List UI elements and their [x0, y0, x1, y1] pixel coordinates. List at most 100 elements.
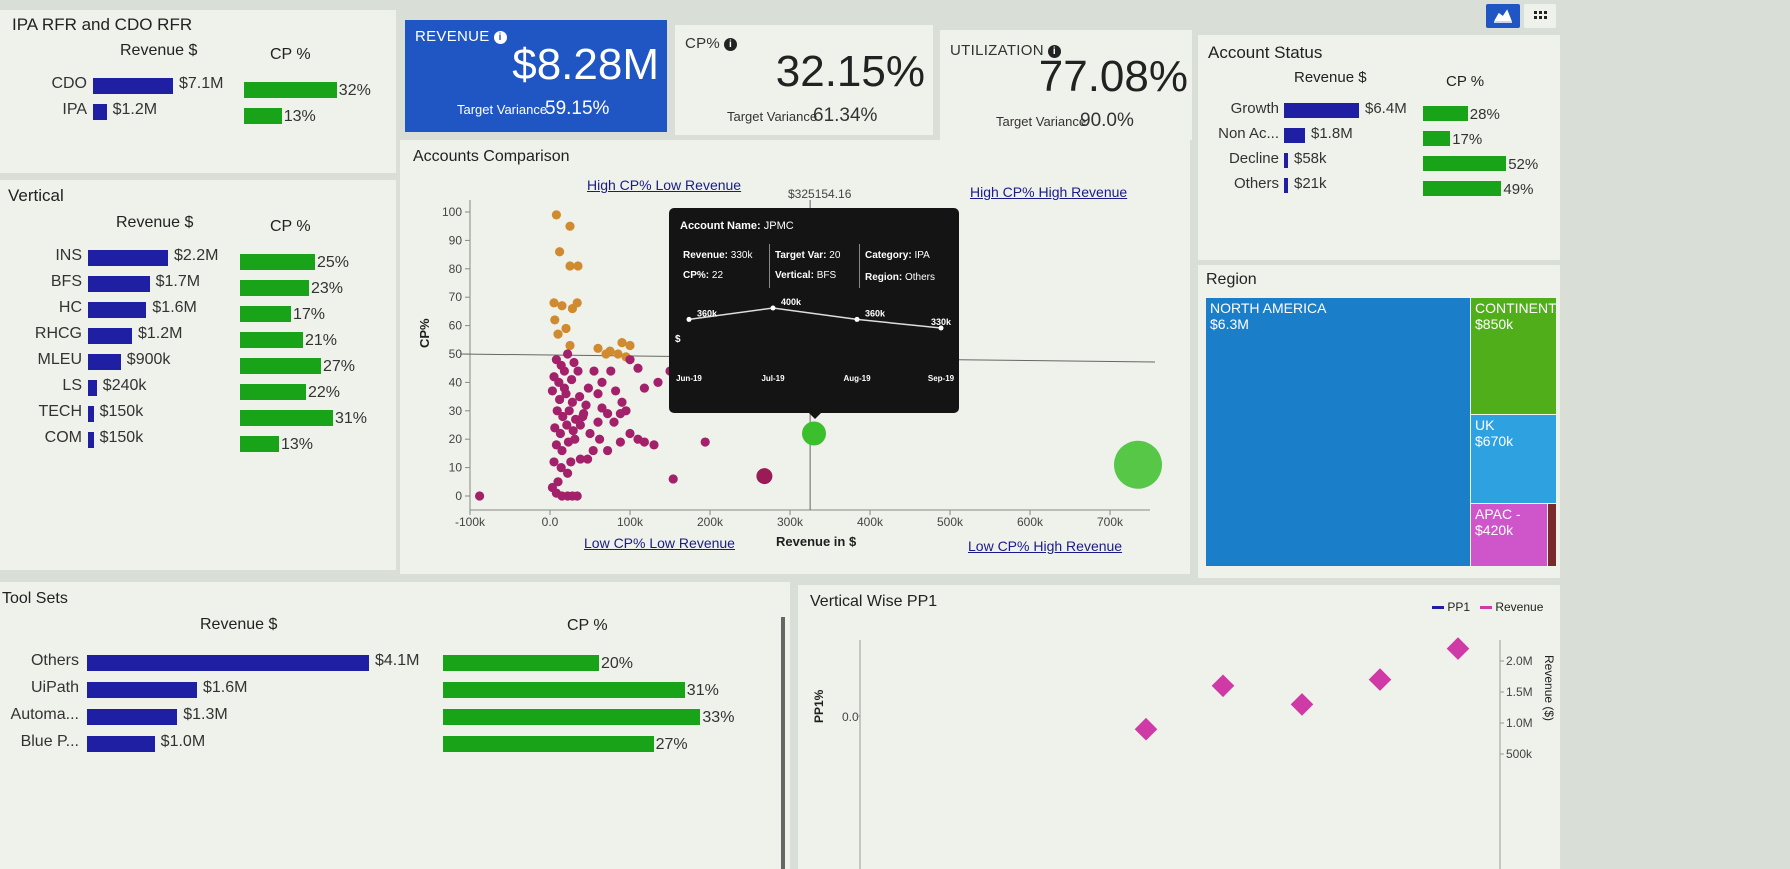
data-point[interactable] [802, 421, 826, 446]
cp-bar[interactable] [244, 82, 337, 98]
data-point[interactable] [625, 355, 635, 365]
cp-bar[interactable] [240, 332, 303, 348]
cp-bar[interactable] [240, 254, 315, 270]
cp-bar[interactable] [443, 736, 654, 752]
data-point[interactable] [568, 426, 578, 436]
data-point[interactable] [639, 437, 649, 447]
data-point[interactable] [557, 445, 567, 456]
data-point[interactable] [565, 340, 575, 351]
cp-bar[interactable] [240, 384, 306, 400]
data-point[interactable] [555, 247, 565, 257]
data-point[interactable] [617, 397, 627, 407]
revenue-bar[interactable] [87, 736, 155, 752]
revenue-bar[interactable] [87, 655, 369, 671]
data-point[interactable] [553, 329, 563, 339]
data-point[interactable] [588, 445, 598, 456]
data-point[interactable] [559, 383, 569, 393]
data-point[interactable] [575, 454, 585, 464]
cp-bar[interactable] [443, 682, 685, 698]
data-point[interactable] [609, 417, 619, 427]
data-point[interactable] [625, 340, 635, 351]
data-point[interactable] [625, 428, 635, 439]
data-point[interactable] [563, 349, 573, 359]
data-point[interactable] [583, 383, 593, 393]
data-point[interactable] [595, 434, 605, 444]
cp-bar[interactable] [240, 306, 291, 322]
data-point[interactable] [606, 366, 616, 376]
data-point[interactable] [567, 397, 577, 407]
data-point[interactable] [649, 440, 659, 450]
data-point[interactable] [565, 221, 575, 231]
data-point[interactable] [551, 210, 561, 220]
cp-bar[interactable] [1423, 131, 1451, 146]
data-point[interactable] [653, 377, 663, 387]
info-icon[interactable]: i [724, 37, 738, 51]
data-point[interactable] [593, 389, 603, 399]
data-point[interactable] [617, 338, 627, 348]
data-point[interactable] [550, 315, 560, 325]
data-point[interactable] [603, 409, 613, 419]
data-point[interactable] [603, 445, 613, 456]
revenue-diamond-point[interactable] [1446, 637, 1470, 660]
data-point[interactable] [565, 261, 575, 271]
data-point[interactable] [564, 406, 574, 416]
data-point[interactable] [639, 383, 649, 393]
revenue-bar[interactable] [88, 328, 132, 344]
data-point[interactable] [559, 366, 569, 376]
data-point[interactable] [570, 434, 580, 444]
data-point[interactable] [572, 298, 582, 308]
revenue-bar[interactable] [88, 354, 121, 370]
data-point[interactable] [547, 386, 557, 396]
data-point[interactable] [567, 374, 577, 385]
data-point[interactable] [549, 457, 559, 467]
grid-view-button[interactable] [1524, 4, 1556, 28]
data-point[interactable] [613, 349, 623, 359]
data-point[interactable] [566, 457, 576, 467]
revenue-bar[interactable] [1284, 103, 1359, 118]
revenue-bar[interactable] [88, 380, 97, 396]
data-point[interactable] [561, 323, 571, 334]
data-point[interactable] [573, 261, 583, 271]
data-point[interactable] [575, 392, 585, 402]
data-point[interactable] [572, 491, 582, 501]
revenue-bar[interactable] [93, 78, 173, 94]
revenue-diamond-point[interactable] [1211, 674, 1235, 698]
kpi-revenue-card[interactable]: REVENUE i $8.28M Target Variance 59.15% [405, 20, 667, 132]
cp-bar[interactable] [443, 709, 701, 725]
revenue-bar[interactable] [88, 432, 94, 448]
data-point[interactable] [700, 437, 710, 447]
data-point[interactable] [597, 377, 607, 387]
data-point[interactable] [555, 428, 565, 439]
revenue-bar[interactable] [88, 406, 94, 422]
data-point[interactable] [668, 474, 678, 484]
cp-bar[interactable] [244, 108, 282, 124]
revenue-bar[interactable] [93, 104, 107, 120]
region-cell-continental[interactable]: CONTINENTAL$850k [1471, 298, 1556, 414]
data-point[interactable] [593, 417, 603, 427]
data-point[interactable] [549, 298, 559, 308]
cp-bar[interactable] [240, 436, 279, 452]
vertical-pp1-chart[interactable]: 2.0M 1.5M 1.0M 500k [798, 585, 1560, 869]
data-point[interactable] [573, 366, 583, 376]
data-point[interactable] [579, 409, 589, 419]
cp-bar[interactable] [443, 655, 599, 671]
revenue-bar[interactable] [88, 250, 168, 266]
data-point[interactable] [621, 406, 631, 416]
cp-bar[interactable] [1423, 156, 1507, 171]
data-point[interactable] [563, 468, 573, 478]
kpi-cp-card[interactable]: CP% i 32.15% Target Variance 61.34% [675, 25, 933, 135]
revenue-bar[interactable] [87, 709, 178, 725]
data-point[interactable] [593, 343, 603, 353]
region-cell-uk[interactable]: UK $670k [1471, 415, 1556, 503]
data-point[interactable] [1114, 440, 1162, 489]
data-point[interactable] [611, 386, 621, 396]
data-point[interactable] [575, 420, 585, 430]
data-point[interactable] [581, 400, 591, 410]
data-point[interactable] [557, 301, 567, 311]
data-point[interactable] [553, 477, 563, 487]
revenue-diamond-point[interactable] [1290, 693, 1314, 716]
data-point[interactable] [589, 366, 599, 376]
data-point[interactable] [569, 357, 579, 368]
cp-bar[interactable] [1423, 106, 1468, 121]
revenue-diamond-point[interactable] [1368, 668, 1392, 691]
